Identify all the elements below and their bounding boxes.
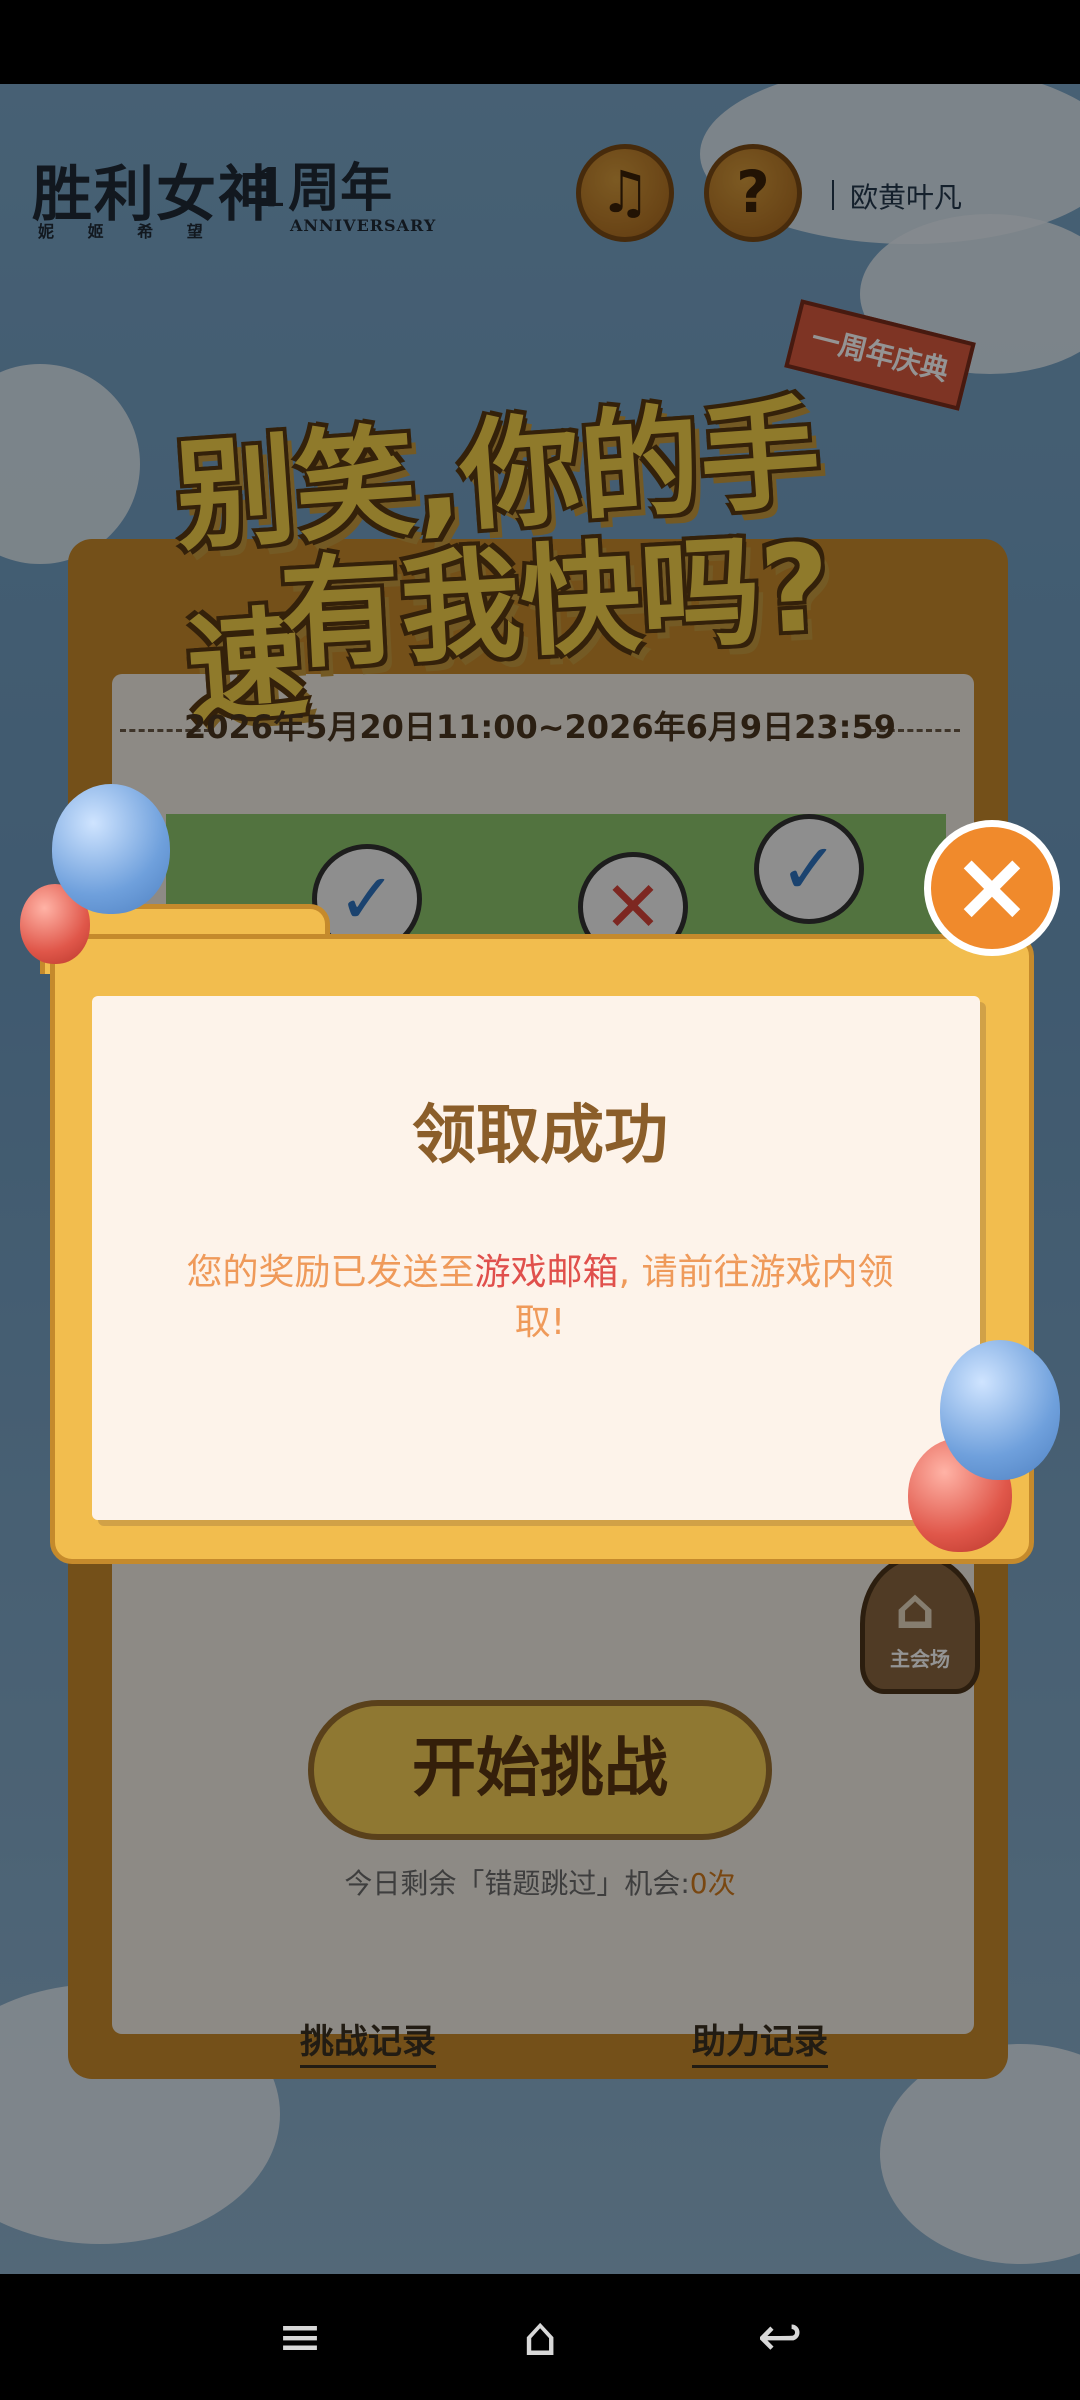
status-bar	[0, 0, 1080, 84]
system-navigation-bar: ≡ ⌂ ↩	[0, 2274, 1080, 2400]
back-icon[interactable]: ↩	[745, 2304, 815, 2370]
home-icon[interactable]: ⌂	[505, 2304, 575, 2370]
modal-title: 领取成功	[412, 1099, 668, 1173]
modal-message-text: 您的奖励已发送至	[186, 1252, 475, 1293]
balloon-decoration	[940, 1340, 1060, 1480]
balloon-decoration	[52, 784, 170, 914]
menu-icon[interactable]: ≡	[265, 2304, 335, 2370]
event-page: 胜利女神 妮 姬 希 望 1周年 ANNIVERSARY ♫ ? 欧黄叶凡 一周…	[0, 84, 1080, 2274]
game-mailbox-link[interactable]: 游戏邮箱	[475, 1252, 619, 1293]
modal-message: 您的奖励已发送至游戏邮箱, 请前往游戏内领取!	[180, 1248, 900, 1348]
close-modal-button[interactable]: ×	[924, 820, 1060, 956]
close-icon: ×	[951, 830, 1033, 942]
